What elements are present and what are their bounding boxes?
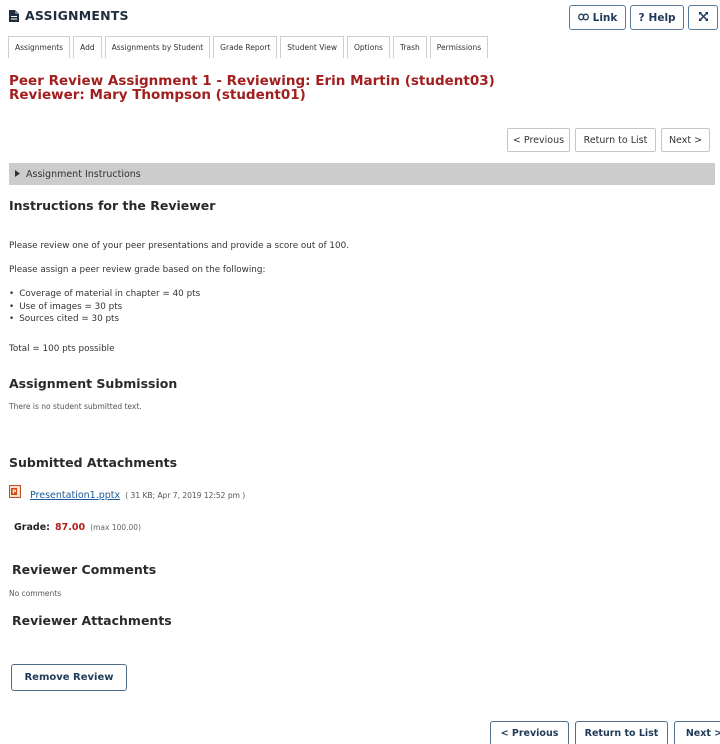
caret-right-icon: [15, 169, 20, 180]
expand-icon: [698, 11, 709, 25]
expand-button[interactable]: [688, 5, 718, 30]
previous-button-bottom[interactable]: < Previous: [490, 721, 569, 744]
link-icon: [577, 12, 589, 24]
tab-trash[interactable]: Trash: [392, 36, 427, 58]
next-button-bottom[interactable]: Next >: [674, 721, 720, 744]
submission-text: There is no student submitted text.: [9, 402, 142, 411]
return-to-list-button-bottom[interactable]: Return to List: [575, 721, 668, 744]
tool-title-text: ASSIGNMENTS: [25, 8, 129, 23]
reviewer-attachments-heading: Reviewer Attachments: [12, 613, 172, 628]
tab-options[interactable]: Options: [347, 36, 390, 58]
tab-permissions[interactable]: Permissions: [429, 36, 489, 58]
instructions-heading: Instructions for the Reviewer: [9, 198, 216, 213]
list-item: Use of images = 30 pts: [9, 302, 200, 315]
document-icon: [9, 9, 19, 22]
submission-heading: Assignment Submission: [9, 376, 178, 391]
link-button-label: Link: [592, 11, 618, 24]
reviewer-comments-text: No comments: [9, 589, 62, 598]
assignment-instructions-toggle[interactable]: Assignment Instructions: [9, 163, 715, 185]
powerpoint-file-icon: P: [9, 483, 21, 502]
instructions-paragraph-2: Please assign a peer review grade based …: [9, 265, 266, 275]
grade-label: Grade:: [14, 522, 50, 533]
tab-student-view[interactable]: Student View: [280, 36, 345, 58]
assignment-instructions-label: Assignment Instructions: [26, 168, 141, 180]
tab-assignments-by-student[interactable]: Assignments by Student: [104, 36, 211, 58]
tool-tabs: Assignments Add Assignments by Student G…: [8, 36, 489, 58]
reviewer-comments-heading: Reviewer Comments: [12, 562, 157, 577]
help-button[interactable]: ? Help: [630, 5, 684, 30]
page-title: Peer Review Assignment 1 - Reviewing: Er…: [9, 73, 495, 89]
attachment-meta: ( 31 KB; Apr 7, 2019 12:52 pm ): [125, 491, 246, 500]
help-button-label: Help: [648, 11, 676, 24]
tab-assignments[interactable]: Assignments: [8, 36, 71, 58]
grade-max: (max 100.00): [90, 523, 142, 532]
help-icon: ?: [638, 11, 645, 24]
attachment-row: P Presentation1.pptx ( 31 KB; Apr 7, 201…: [9, 483, 245, 502]
tab-add[interactable]: Add: [73, 36, 102, 58]
tab-grade-report[interactable]: Grade Report: [213, 36, 278, 58]
instructions-total: Total = 100 pts possible: [9, 344, 115, 354]
return-to-list-button-top[interactable]: Return to List: [575, 128, 656, 152]
attachments-heading: Submitted Attachments: [9, 455, 178, 470]
remove-review-button[interactable]: Remove Review: [11, 664, 127, 691]
link-button[interactable]: Link: [569, 5, 626, 30]
previous-button-top[interactable]: < Previous: [507, 128, 570, 152]
next-button-top[interactable]: Next >: [661, 128, 710, 152]
grade-row: Grade: 87.00 (max 100.00): [14, 515, 141, 534]
tool-title: ASSIGNMENTS: [9, 8, 129, 23]
instructions-paragraph-1: Please review one of your peer presentat…: [9, 241, 349, 251]
grading-criteria-list: Coverage of material in chapter = 40 pts…: [9, 289, 200, 327]
grade-value: 87.00: [55, 522, 86, 533]
svg-text:P: P: [12, 490, 16, 496]
list-item: Coverage of material in chapter = 40 pts: [9, 289, 200, 302]
attachment-link[interactable]: Presentation1.pptx: [30, 490, 120, 501]
reviewer-title: Reviewer: Mary Thompson (student01): [9, 87, 306, 103]
list-item: Sources cited = 30 pts: [9, 314, 200, 327]
